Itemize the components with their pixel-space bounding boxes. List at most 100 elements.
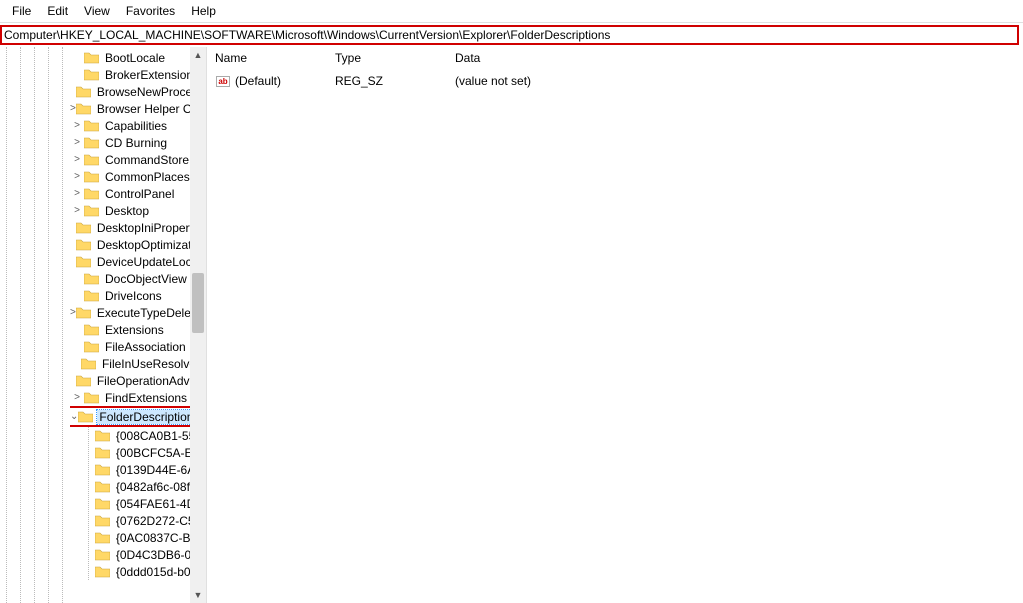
- folder-icon: [84, 341, 99, 353]
- tree-item[interactable]: >FileInUseResolver: [70, 355, 206, 372]
- tree-item[interactable]: >BrowseNewProcess: [70, 83, 206, 100]
- tree-item[interactable]: >{0ddd015d-b06c-: [89, 563, 206, 580]
- tree-item[interactable]: >{054FAE61-4DD8-: [89, 495, 206, 512]
- col-data[interactable]: Data: [455, 51, 1015, 65]
- main-panel: >BootLocale>BrokerExtensions>BrowseNewPr…: [0, 47, 1023, 603]
- tree-item[interactable]: >{008CA0B1-55B4-: [89, 427, 206, 444]
- tree-item-label: DriveIcons: [103, 289, 164, 303]
- tree-item[interactable]: >BootLocale: [70, 49, 206, 66]
- tree-view[interactable]: >BootLocale>BrokerExtensions>BrowseNewPr…: [70, 47, 206, 603]
- tree-item-label: CD Burning: [103, 136, 169, 150]
- folder-icon: [95, 532, 110, 544]
- tree-item[interactable]: >DeviceUpdateLocatio: [70, 253, 206, 270]
- tree-scrollbar[interactable]: ▲ ▼: [190, 47, 206, 603]
- folder-icon: [95, 549, 110, 561]
- tree-item[interactable]: > CommonPlaces: [70, 168, 206, 185]
- folder-icon: [78, 411, 93, 423]
- chevron-down-icon[interactable]: ⌄: [70, 411, 78, 422]
- folder-icon: [84, 120, 99, 132]
- chevron-right-icon[interactable]: >: [70, 120, 84, 131]
- tree-item[interactable]: >FileAssociation: [70, 338, 206, 355]
- folder-icon: [95, 430, 110, 442]
- folder-icon: [76, 103, 91, 115]
- tree-item[interactable]: >Browser Helper Obje: [70, 100, 206, 117]
- folder-icon: [95, 464, 110, 476]
- chevron-right-icon[interactable]: >: [70, 171, 84, 182]
- tree-item[interactable]: >Capabilities: [70, 117, 206, 134]
- folder-icon: [84, 290, 99, 302]
- chevron-right-icon[interactable]: >: [70, 137, 84, 148]
- scroll-down-icon[interactable]: ▼: [190, 587, 206, 603]
- tree-item[interactable]: >DesktopOptimization: [70, 236, 206, 253]
- scroll-track[interactable]: [190, 63, 206, 587]
- scroll-up-icon[interactable]: ▲: [190, 47, 206, 63]
- tree-item[interactable]: > CommandStore: [70, 151, 206, 168]
- chevron-right-icon[interactable]: >: [70, 188, 84, 199]
- value-row[interactable]: ab (Default) REG_SZ(value not set): [215, 70, 1015, 88]
- address-bar[interactable]: Computer\HKEY_LOCAL_MACHINE\SOFTWARE\Mic…: [4, 28, 1015, 42]
- folder-icon: [84, 154, 99, 166]
- folder-icon: [95, 481, 110, 493]
- menu-view[interactable]: View: [76, 2, 118, 20]
- folder-icon: [95, 498, 110, 510]
- tree-item-label: CommonPlaces: [103, 170, 192, 184]
- tree-item[interactable]: >DocObjectView: [70, 270, 206, 287]
- value-type: REG_SZ: [335, 74, 455, 88]
- tree-item[interactable]: >{0762D272-C50A-: [89, 512, 206, 529]
- menu-favorites[interactable]: Favorites: [118, 2, 183, 20]
- value-name-cell: ab (Default): [215, 74, 335, 88]
- folder-icon: [95, 566, 110, 578]
- folder-icon: [84, 273, 99, 285]
- tree-item[interactable]: > FindExtensions: [70, 389, 206, 406]
- tree-item[interactable]: >ExecuteTypeDelegate: [70, 304, 206, 321]
- folder-icon: [84, 52, 99, 64]
- chevron-right-icon[interactable]: >: [70, 392, 84, 403]
- folder-icon: [76, 222, 91, 234]
- tree-panel: >BootLocale>BrokerExtensions>BrowseNewPr…: [0, 47, 206, 603]
- chevron-right-icon[interactable]: >: [70, 154, 84, 165]
- folder-icon: [84, 137, 99, 149]
- tree-item[interactable]: > CD Burning: [70, 134, 206, 151]
- tree-item-label: Extensions: [103, 323, 166, 337]
- tree-item[interactable]: >Extensions: [70, 321, 206, 338]
- folder-icon: [76, 256, 91, 268]
- tree-children: >{008CA0B1-55B4->{00BCFC5A-ED94>{0139D44…: [88, 427, 206, 580]
- menu-help[interactable]: Help: [183, 2, 224, 20]
- string-value-icon: ab: [215, 74, 231, 88]
- tree-ancestor-guides: [0, 47, 70, 603]
- col-name[interactable]: Name: [215, 51, 335, 65]
- value-data: (value not set): [455, 74, 1015, 88]
- folder-icon: [76, 307, 91, 319]
- tree-item[interactable]: >DriveIcons: [70, 287, 206, 304]
- tree-item-highlight: ⌄ FolderDescriptions: [70, 406, 206, 427]
- tree-item-label: DocObjectView: [103, 272, 189, 286]
- value-name: (Default): [235, 74, 281, 88]
- tree-item-label: FindExtensions: [103, 391, 189, 405]
- tree-item[interactable]: >BrokerExtensions: [70, 66, 206, 83]
- tree-item-label: BrokerExtensions: [103, 68, 201, 82]
- folder-icon: [81, 358, 96, 370]
- folder-icon: [76, 239, 91, 251]
- tree-item-label: FolderDescriptions: [97, 410, 201, 424]
- tree-item[interactable]: >ControlPanel: [70, 185, 206, 202]
- folder-icon: [84, 171, 99, 183]
- tree-item[interactable]: >{0AC0837C-BBF8-: [89, 529, 206, 546]
- tree-item[interactable]: >FileOperationAdvise: [70, 372, 206, 389]
- tree-item[interactable]: >Desktop: [70, 202, 206, 219]
- tree-item[interactable]: >{0139D44E-6AFE-: [89, 461, 206, 478]
- menu-edit[interactable]: Edit: [39, 2, 76, 20]
- folder-icon: [95, 515, 110, 527]
- tree-item[interactable]: >DesktopIniPropertyM: [70, 219, 206, 236]
- menu-file[interactable]: File: [4, 2, 39, 20]
- values-header[interactable]: Name Type Data: [215, 51, 1015, 70]
- tree-item[interactable]: >{0482af6c-08f1-4c: [89, 478, 206, 495]
- tree-item[interactable]: ⌄FolderDescriptions: [70, 408, 184, 425]
- chevron-right-icon[interactable]: >: [70, 205, 84, 216]
- folder-icon: [76, 375, 91, 387]
- address-bar-highlight: Computer\HKEY_LOCAL_MACHINE\SOFTWARE\Mic…: [0, 25, 1019, 45]
- scroll-thumb[interactable]: [192, 273, 204, 333]
- tree-item[interactable]: >{0D4C3DB6-03A3: [89, 546, 206, 563]
- tree-item[interactable]: >{00BCFC5A-ED94: [89, 444, 206, 461]
- col-type[interactable]: Type: [335, 51, 455, 65]
- tree-item-label: CommandStore: [103, 153, 191, 167]
